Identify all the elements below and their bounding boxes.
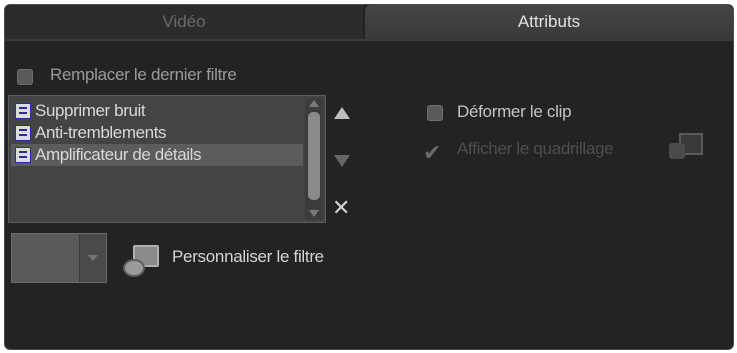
chevron-down-icon[interactable] <box>79 234 106 282</box>
customize-filter-icon[interactable] <box>123 245 161 279</box>
checkmark-icon[interactable]: ✔ <box>423 142 441 164</box>
delete-filter-button[interactable]: ✕ <box>332 197 350 219</box>
show-grid-label: Afficher le quadrillage <box>457 139 614 158</box>
deform-clip-label: Déformer le clip <box>457 102 572 121</box>
list-item[interactable]: Supprimer bruit <box>11 100 303 122</box>
filter-icon <box>15 103 31 119</box>
list-scrollbar[interactable] <box>305 98 323 220</box>
filter-icon <box>15 125 31 141</box>
deform-clip-checkbox[interactable] <box>427 105 443 121</box>
scroll-thumb[interactable] <box>308 112 320 200</box>
list-item-selected[interactable]: Amplificateur de détails <box>11 144 303 166</box>
customize-filter-label[interactable]: Personnaliser le filtre <box>172 247 324 267</box>
tab-divider <box>5 39 733 41</box>
attributes-panel: Vidéo Attributs Remplacer le dernier fil… <box>4 4 734 350</box>
box-shape <box>669 143 685 159</box>
tab-video[interactable]: Vidéo <box>5 5 363 40</box>
scroll-up-icon[interactable] <box>309 100 319 107</box>
list-item-label: Supprimer bruit <box>35 101 146 120</box>
filter-list[interactable]: Supprimer bruit Anti-tremblements Amplif… <box>8 95 326 223</box>
scroll-down-icon[interactable] <box>309 210 319 217</box>
list-item[interactable]: Anti-tremblements <box>11 122 303 144</box>
disk-shape <box>123 259 145 277</box>
filter-icon <box>15 147 31 163</box>
replace-last-filter-label: Remplacer le dernier filtre <box>50 65 237 84</box>
preset-dropdown[interactable] <box>11 233 107 283</box>
list-item-label: Anti-tremblements <box>35 123 167 142</box>
replace-last-filter-checkbox[interactable] <box>17 69 33 85</box>
grid-mask-icon <box>669 133 705 163</box>
move-down-button[interactable] <box>334 155 350 167</box>
move-up-button[interactable] <box>334 107 350 119</box>
tab-attributs[interactable]: Attributs <box>365 5 733 39</box>
tab-bar: Vidéo Attributs <box>5 5 733 40</box>
list-item-label: Amplificateur de détails <box>35 145 202 164</box>
